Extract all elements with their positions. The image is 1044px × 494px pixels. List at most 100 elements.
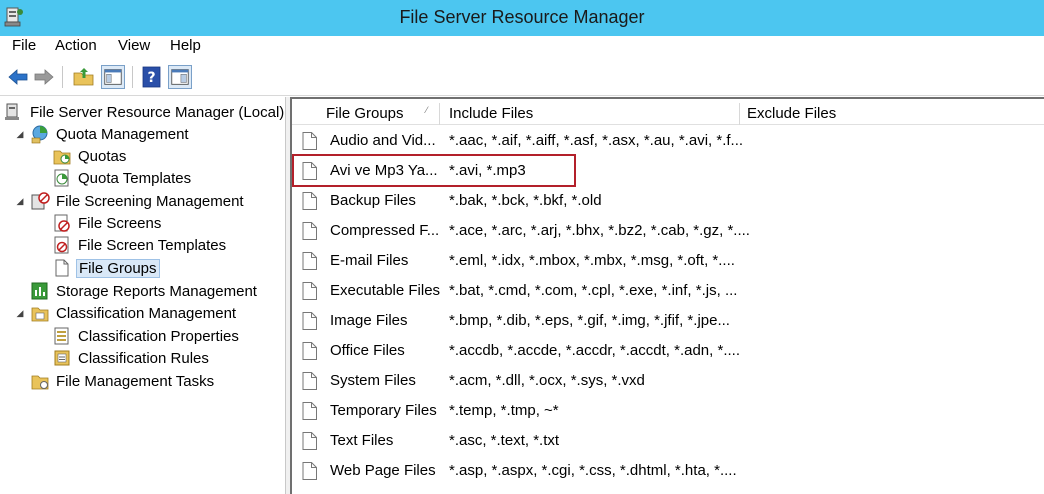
tree-label: Classification Properties <box>78 327 239 345</box>
cell-include-files: *.temp, *.tmp, ~* <box>449 402 559 419</box>
table-row[interactable]: Audio and Vid... *.aac, *.aif, *.aiff, *.… <box>292 126 1044 156</box>
tree-label: File Screen Templates <box>78 236 227 254</box>
cell-include-files: *.asc, *.text, *.txt <box>449 432 560 449</box>
file-group-icon <box>302 252 317 270</box>
tree-label: Quotas <box>78 147 127 165</box>
tree-item-classification-rules[interactable]: Classification Rules <box>52 347 211 369</box>
tree-label: Classification Management <box>56 304 237 322</box>
menu-action[interactable]: Action <box>52 37 100 54</box>
cell-include-files: *.asp, *.aspx, *.cgi, *.css, *.dhtml, *.… <box>449 462 737 479</box>
file-groups-list[interactable]: File Groups ⁄ Include Files Exclude File… <box>290 97 1044 494</box>
cell-file-group-name: Compressed F... <box>330 222 440 239</box>
cell-include-files: *.acm, *.dll, *.ocx, *.sys, *.vxd <box>449 372 645 389</box>
column-header-include-files[interactable]: Include Files <box>443 103 740 125</box>
table-row[interactable]: Image Files *.bmp, *.dib, *.eps, *.gif, *… <box>292 306 1044 336</box>
tree-item-classification-properties[interactable]: Classification Properties <box>52 325 241 347</box>
toolbar-separator <box>62 66 63 88</box>
menu-view[interactable]: View <box>115 37 153 54</box>
quota-management-icon <box>31 125 48 144</box>
file-group-icon <box>302 372 317 390</box>
table-row[interactable]: Text Files *.asc, *.text, *.txt <box>292 426 1044 456</box>
quota-templates-icon <box>54 169 69 187</box>
cell-include-files: *.bmp, *.dib, *.eps, *.gif, *.img, *.jfi… <box>449 312 730 329</box>
tree-label: File Management Tasks <box>56 372 215 390</box>
quotas-icon <box>53 150 71 165</box>
cell-file-group-name: Office Files <box>330 342 405 359</box>
list-header: File Groups ⁄ Include Files Exclude File… <box>292 103 1044 125</box>
menu-help[interactable]: Help <box>167 37 204 54</box>
cell-file-group-name: Backup Files <box>330 192 416 209</box>
file-management-tasks-icon <box>31 375 49 390</box>
sort-ascending-icon: ⁄ <box>426 105 428 115</box>
tree-label: Storage Reports Management <box>56 282 257 300</box>
tree-item-quota-templates[interactable]: Quota Templates <box>52 167 193 189</box>
file-group-icon <box>302 192 317 210</box>
back-arrow-icon[interactable] <box>6 65 30 89</box>
table-row[interactable]: E-mail Files *.eml, *.idx, *.mbox, *.mbx,… <box>292 246 1044 276</box>
server-icon <box>5 103 19 120</box>
forward-arrow-icon[interactable] <box>32 65 56 89</box>
show-hide-console-tree-icon[interactable] <box>101 65 125 89</box>
table-row[interactable]: Executable Files *.bat, *.cmd, *.com, *.c… <box>292 276 1044 306</box>
file-screens-icon <box>54 214 70 232</box>
tree-label: Classification Rules <box>78 349 209 367</box>
help-icon[interactable]: ? <box>140 65 164 89</box>
classification-management-icon <box>31 307 49 322</box>
cell-include-files: *.aac, *.aif, *.aiff, *.asf, *.asx, *.au… <box>449 132 744 149</box>
file-group-icon <box>302 132 317 150</box>
menu-bar: File Action View Help <box>0 36 1044 58</box>
file-group-icon <box>302 342 317 360</box>
cell-file-group-name: Executable Files <box>330 282 441 299</box>
cell-include-files: *.accdb, *.accde, *.accdr, *.accdt, *.ad… <box>449 342 740 359</box>
table-row[interactable]: Web Page Files *.asp, *.aspx, *.cgi, *.cs… <box>292 456 1044 486</box>
tree-item-quotas[interactable]: Quotas <box>52 145 128 167</box>
cell-include-files: *.bak, *.bck, *.bkf, *.old <box>449 192 602 209</box>
file-group-icon <box>302 402 317 420</box>
classification-properties-icon <box>54 327 69 345</box>
toolbar-separator <box>132 66 133 88</box>
table-row[interactable]: Temporary Files *.temp, *.tmp, ~* <box>292 396 1044 426</box>
file-group-icon <box>302 282 317 300</box>
tree-label: File Screens <box>78 214 162 232</box>
console-tree[interactable]: File Server Resource Manager (Local) ◢ Q… <box>0 97 286 494</box>
storage-reports-icon <box>31 282 48 300</box>
folder-up-icon[interactable] <box>72 65 96 89</box>
table-row[interactable]: System Files *.acm, *.dll, *.ocx, *.sys, … <box>292 366 1044 396</box>
show-hide-action-pane-icon[interactable] <box>168 65 192 89</box>
collapse-icon[interactable]: ◢ <box>14 129 26 140</box>
window-title: File Server Resource Manager <box>399 7 645 27</box>
file-group-icon <box>302 462 317 480</box>
cell-file-group-name: E-mail Files <box>330 252 409 269</box>
cell-include-files: *.bat, *.cmd, *.com, *.cpl, *.exe, *.inf… <box>449 282 738 299</box>
cell-file-group-name: Audio and Vid... <box>330 132 436 149</box>
tree-item-storage-reports-management[interactable]: Storage Reports Management <box>30 280 259 302</box>
cell-file-group-name: Image Files <box>330 312 408 329</box>
file-group-icon <box>302 432 317 450</box>
cell-include-files: *.ace, *.arc, *.arj, *.bhx, *.bz2, *.cab… <box>449 222 750 239</box>
table-row[interactable]: Compressed F... *.ace, *.arc, *.arj, *.bh… <box>292 216 1044 246</box>
tree-item-file-groups[interactable]: File Groups <box>52 257 160 279</box>
tree-label: File Groups <box>76 258 160 278</box>
toolbar: ? <box>0 58 1044 96</box>
collapse-icon[interactable]: ◢ <box>14 308 26 319</box>
tree-item-root[interactable]: File Server Resource Manager (Local) <box>4 101 286 123</box>
file-screening-icon <box>31 192 50 210</box>
file-group-icon <box>302 312 317 330</box>
tree-item-file-screening-management[interactable]: ◢ File Screening Management <box>14 190 246 212</box>
tree-label: Quota Templates <box>78 169 192 187</box>
cell-file-group-name: Temporary Files <box>330 402 437 419</box>
menu-file[interactable]: File <box>9 37 39 54</box>
tree-item-classification-management[interactable]: ◢ Classification Management <box>14 302 238 324</box>
collapse-icon[interactable]: ◢ <box>14 196 26 207</box>
tree-item-file-screen-templates[interactable]: File Screen Templates <box>52 234 228 256</box>
tree-label: File Screening Management <box>56 192 244 210</box>
tree-item-file-screens[interactable]: File Screens <box>52 212 163 234</box>
cell-file-group-name: Web Page Files <box>330 462 436 479</box>
table-row[interactable]: Backup Files *.bak, *.bck, *.bkf, *.old <box>292 186 1044 216</box>
table-row[interactable]: Office Files *.accdb, *.accde, *.accdr, *… <box>292 336 1044 366</box>
tree-item-quota-management[interactable]: ◢ Quota Management <box>14 123 191 145</box>
tree-item-file-management-tasks[interactable]: File Management Tasks <box>30 370 216 392</box>
column-header-file-groups[interactable]: File Groups <box>320 103 440 125</box>
file-group-icon <box>302 222 317 240</box>
column-header-exclude-files[interactable]: Exclude Files <box>741 103 1044 125</box>
